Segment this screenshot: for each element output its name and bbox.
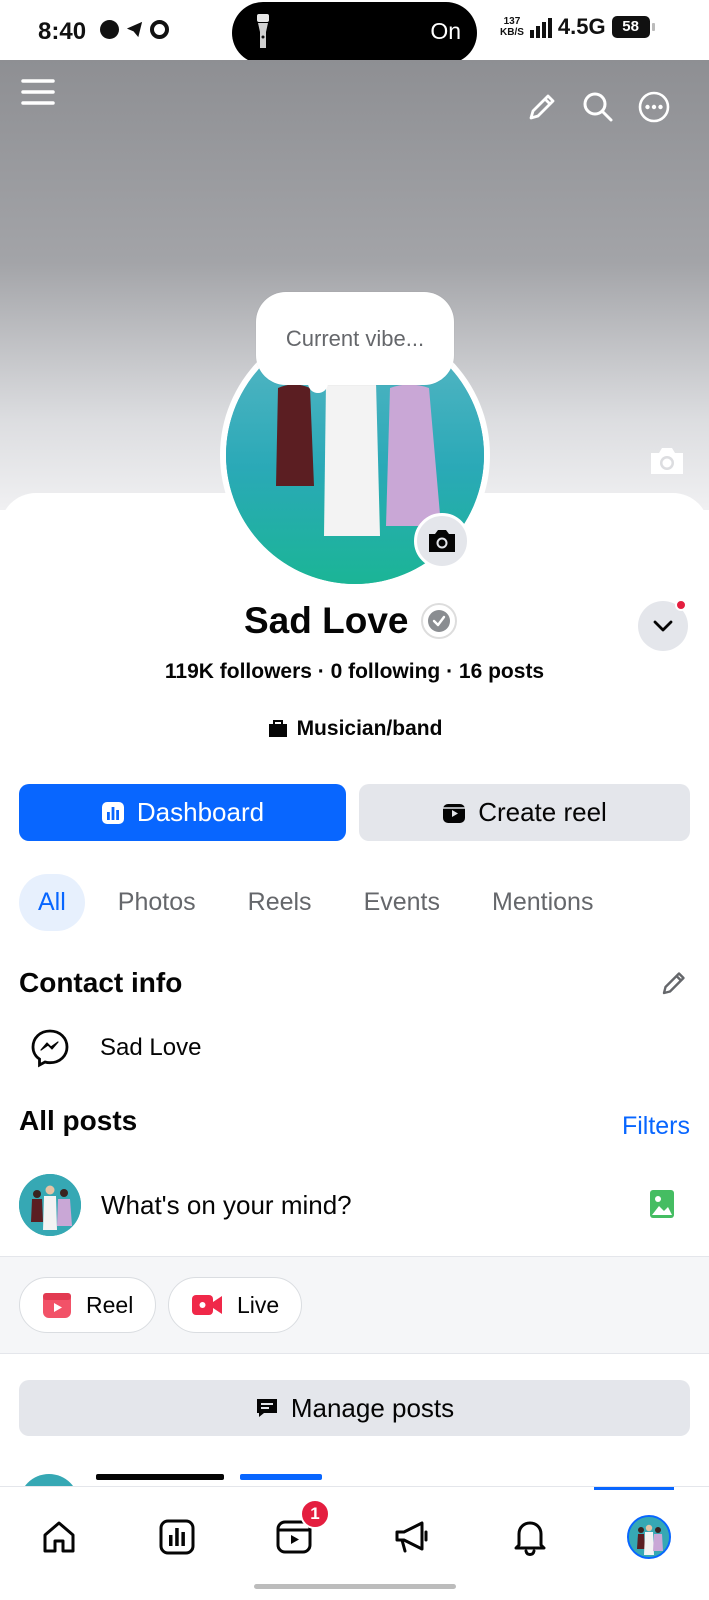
tab-reels[interactable]: Reels (248, 874, 312, 931)
manage-posts-button[interactable]: Manage posts (19, 1380, 690, 1436)
nav-ads[interactable] (382, 1507, 442, 1567)
reels-badge: 1 (300, 1499, 330, 1529)
tab-mentions[interactable]: Mentions (492, 874, 593, 931)
network-speed: 137 KB/S (500, 16, 524, 38)
profile-tabs: All Photos Reels Events Mentions (19, 874, 593, 931)
more-icon[interactable] (634, 87, 674, 127)
menu-icon[interactable] (20, 74, 56, 110)
change-profile-picture-button[interactable] (414, 513, 470, 569)
status-app-icons (100, 20, 169, 39)
post-composer[interactable]: What's on your mind? (19, 1174, 689, 1236)
status-indicators: 137 KB/S 4.5G 58 (500, 14, 655, 40)
live-chip-label: Live (237, 1291, 280, 1318)
reel-icon (443, 803, 466, 823)
telegram-status-icon (125, 20, 144, 39)
status-note-bubble[interactable]: Current vibe... (256, 292, 454, 393)
dynamic-island: On (232, 2, 477, 64)
status-bar: 8:40 On 137 KB/S 4.5G 58 (0, 0, 709, 64)
network-speed-value: 137 (503, 16, 521, 27)
reel-icon (43, 1293, 71, 1318)
edit-contact-pencil-icon[interactable] (660, 969, 688, 997)
dashboard-button[interactable]: Dashboard (19, 784, 346, 841)
pencil-icon[interactable] (522, 87, 562, 127)
messenger-contact-name: Sad Love (100, 1034, 202, 1061)
home-icon (43, 1521, 75, 1553)
status-time: 8:40 (38, 18, 87, 45)
megaphone-icon (395, 1521, 428, 1553)
manage-posts-label: Manage posts (290, 1392, 455, 1423)
filters-link[interactable]: Filters (622, 1112, 690, 1141)
all-posts-title: All posts (19, 1105, 138, 1136)
nav-home[interactable] (29, 1507, 89, 1567)
camera-icon (429, 530, 455, 552)
live-video-icon (192, 1295, 222, 1315)
messenger-contact-row[interactable]: Sad Love (30, 1028, 201, 1068)
quick-actions-strip: Reel Live (0, 1256, 709, 1354)
network-type: 4.5G (557, 14, 606, 39)
dashboard-icon (101, 801, 124, 824)
tab-events[interactable]: Events (364, 874, 440, 931)
profile-category: Musician/band (0, 717, 709, 741)
flashlight-icon (257, 14, 269, 48)
live-chip[interactable]: Live (168, 1277, 303, 1333)
profile-name: Sad Love (244, 600, 409, 641)
bottom-navigation: 1 (0, 1486, 709, 1600)
chrome-status-icon (150, 20, 169, 39)
chevron-down-icon (653, 620, 673, 632)
photo-icon[interactable] (649, 1189, 675, 1219)
tab-photos[interactable]: Photos (118, 874, 196, 931)
next-post-peek (0, 1474, 709, 1486)
tab-all[interactable]: All (19, 874, 85, 931)
create-reel-button-label: Create reel (478, 797, 607, 827)
verified-badge-icon (420, 603, 457, 639)
bell-icon (514, 1521, 546, 1557)
flashlight-status: On (430, 18, 461, 44)
contact-info-title: Contact info (19, 967, 183, 998)
messenger-icon (31, 1029, 69, 1068)
profile-avatar (627, 1515, 671, 1559)
dashboard-icon (159, 1519, 195, 1555)
create-reel-button[interactable]: Create reel (359, 784, 690, 841)
notification-dot (675, 599, 687, 611)
search-icon[interactable] (578, 87, 618, 127)
active-tab-indicator (594, 1487, 674, 1490)
reel-chip[interactable]: Reel (19, 1277, 157, 1333)
category-label: Musician/band (296, 717, 443, 740)
reel-chip-label: Reel (86, 1291, 134, 1318)
signal-icon (529, 16, 552, 38)
cover-camera-icon[interactable] (648, 445, 686, 477)
messenger-status-icon (100, 20, 119, 39)
dashboard-button-label: Dashboard (136, 797, 265, 827)
nav-profile[interactable] (619, 1507, 679, 1567)
profile-stats[interactable]: 119K followers · 0 following · 16 posts (0, 660, 709, 684)
profile-name-row: Sad Love (244, 600, 457, 642)
composer-placeholder: What's on your mind? (101, 1189, 352, 1220)
manage-posts-icon (256, 1399, 277, 1417)
nav-notifications[interactable] (500, 1507, 560, 1567)
battery-icon: 58 (611, 16, 655, 38)
composer-avatar (19, 1174, 81, 1236)
network-speed-unit: KB/S (500, 27, 524, 38)
home-indicator (254, 1584, 456, 1589)
nav-dashboard[interactable] (147, 1507, 207, 1567)
briefcase-icon (268, 720, 287, 737)
